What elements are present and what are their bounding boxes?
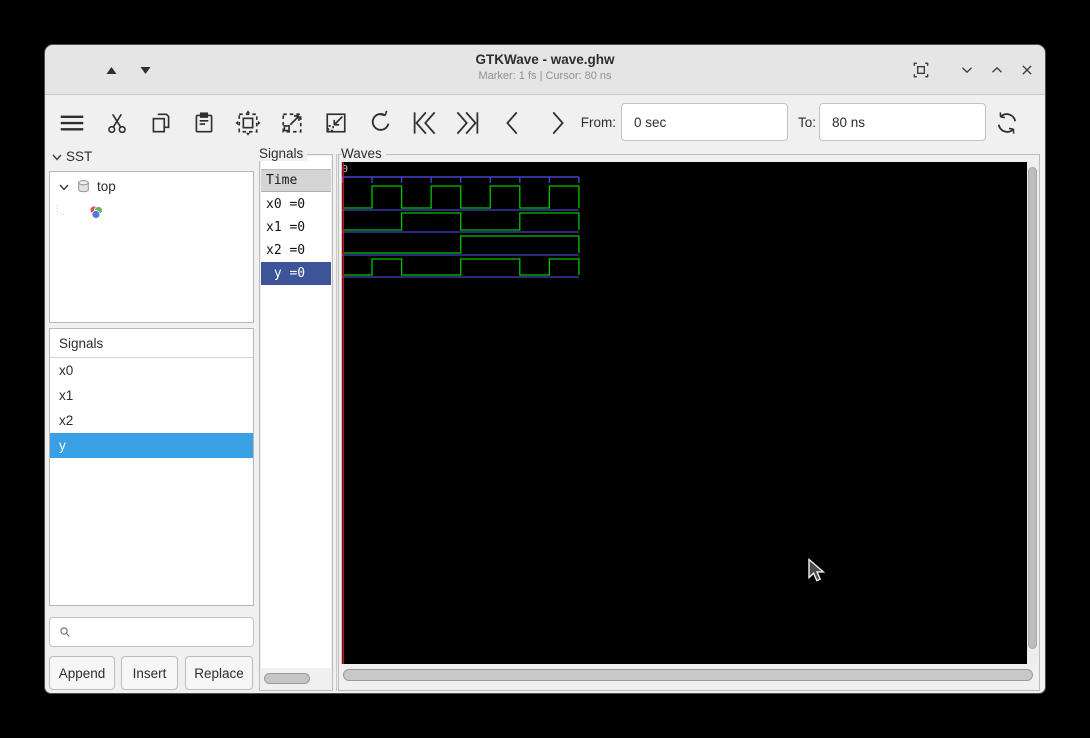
title-block: GTKWave - wave.ghw Marker: 1 fs | Cursor… xyxy=(45,52,1045,82)
to-input[interactable] xyxy=(819,103,986,141)
zoom-fit-icon xyxy=(234,109,262,137)
signal-row-x1[interactable]: x1 =0 xyxy=(261,216,331,239)
sst-tree-item-testbench[interactable]: quine20250125testbenc xyxy=(50,199,253,224)
signal-browser-header: Signals xyxy=(50,329,253,358)
signal-list-frame-label: Signals xyxy=(259,146,307,161)
insert-button[interactable]: Insert xyxy=(121,656,178,690)
signal-list-frame: Time x0 =0 x1 =0 x2 =0 y =0 xyxy=(259,154,333,691)
signal-list-hscrollbar[interactable] xyxy=(264,673,310,684)
skip-to-start-icon xyxy=(409,108,439,138)
sst-tree-item-top[interactable]: top xyxy=(54,174,253,199)
signal-browser-item-x0[interactable]: x0 xyxy=(50,358,253,383)
zoom-fit-button[interactable] xyxy=(231,105,265,141)
signal-browser-item-x1[interactable]: x1 xyxy=(50,383,253,408)
chevron-left-icon xyxy=(498,108,528,138)
close-button[interactable] xyxy=(1013,56,1041,84)
append-button[interactable]: Append xyxy=(49,656,115,690)
from-input[interactable] xyxy=(621,103,788,141)
pane-splitter[interactable] xyxy=(336,154,337,691)
module-icon xyxy=(76,179,91,194)
sst-header-label: SST xyxy=(66,149,92,164)
skip-to-end-icon xyxy=(453,108,483,138)
titlebar[interactable]: GTKWave - wave.ghw Marker: 1 fs | Cursor… xyxy=(45,45,1045,95)
wave-vscrollbar[interactable] xyxy=(1028,167,1037,649)
menu-icon xyxy=(57,108,87,138)
signal-browser-item-y[interactable]: y xyxy=(50,433,253,458)
signal-list-body: Time x0 =0 x1 =0 x2 =0 y =0 xyxy=(261,156,331,668)
signal-search[interactable] xyxy=(49,617,254,647)
replace-button[interactable]: Replace xyxy=(185,656,253,690)
triangle-up-icon xyxy=(106,66,117,75)
copy-button[interactable] xyxy=(144,105,178,141)
signal-browser-item-x2[interactable]: x2 xyxy=(50,408,253,433)
testbench-icon xyxy=(88,204,104,220)
maximize-button[interactable] xyxy=(907,56,935,84)
chevron-up-icon xyxy=(988,61,1006,79)
chevron-down-icon xyxy=(958,61,976,79)
window-raise-button[interactable] xyxy=(983,56,1011,84)
window-subtitle: Marker: 1 fs | Cursor: 80 ns xyxy=(45,70,1045,82)
from-label: From: xyxy=(578,115,616,130)
tree-item-label: quine20250125testbenc xyxy=(109,204,253,219)
toolbar: From: To: xyxy=(45,96,1045,150)
copy-icon xyxy=(148,110,174,136)
time-header[interactable]: Time xyxy=(261,169,331,192)
tree-item-label: top xyxy=(97,179,116,194)
sst-expander[interactable]: SST xyxy=(51,149,92,164)
menu-button[interactable] xyxy=(55,105,89,141)
close-icon xyxy=(1018,61,1036,79)
window-title: GTKWave - wave.ghw xyxy=(45,52,1045,67)
wave-vscrollbar-track[interactable] xyxy=(1027,162,1037,664)
skip-to-end-button[interactable] xyxy=(451,105,485,141)
reload-button[interactable] xyxy=(990,105,1024,141)
shade-up-button[interactable] xyxy=(97,56,125,84)
shade-down-button[interactable] xyxy=(131,56,159,84)
next-edge-button[interactable] xyxy=(540,105,574,141)
chevron-right-icon xyxy=(542,108,572,138)
cut-button[interactable] xyxy=(100,105,134,141)
undo-icon xyxy=(366,109,394,137)
prev-edge-button[interactable] xyxy=(496,105,530,141)
gtkwave-window: GTKWave - wave.ghw Marker: 1 fs | Cursor… xyxy=(44,44,1046,694)
to-label: To: xyxy=(794,115,816,130)
expander-down-icon xyxy=(58,181,70,193)
triangle-down-icon xyxy=(140,66,151,75)
zoom-out-button[interactable] xyxy=(319,105,353,141)
skip-to-start-button[interactable] xyxy=(407,105,441,141)
waves-frame-label: Waves xyxy=(341,146,386,161)
wave-canvas[interactable]: 0 xyxy=(341,162,1027,664)
wave-hscrollbar[interactable] xyxy=(343,669,1033,681)
zoom-in-button[interactable] xyxy=(275,105,309,141)
zoom-in-icon xyxy=(278,109,306,137)
tree-branch-line xyxy=(52,205,64,219)
waves-frame: 0 xyxy=(338,154,1040,691)
paste-button[interactable] xyxy=(187,105,221,141)
sst-tree-panel: top quine20250125testbenc xyxy=(49,171,254,323)
signal-row-y[interactable]: y =0 xyxy=(261,262,331,285)
expander-down-icon xyxy=(51,151,63,163)
signal-browser-panel: Signals x0 x1 x2 y xyxy=(49,328,254,606)
expander-right-icon xyxy=(71,206,83,218)
zoom-out-icon xyxy=(322,109,350,137)
signal-row-x2[interactable]: x2 =0 xyxy=(261,239,331,262)
cut-icon xyxy=(104,110,130,136)
waveform-display: 0 xyxy=(341,162,1027,664)
paste-icon xyxy=(191,110,217,136)
window-lower-button[interactable] xyxy=(953,56,981,84)
search-input[interactable] xyxy=(71,618,253,646)
maximize-icon xyxy=(911,60,931,80)
undo-button[interactable] xyxy=(363,105,397,141)
signal-row-x0[interactable]: x0 =0 xyxy=(261,193,331,216)
search-icon xyxy=(59,624,71,640)
reload-icon xyxy=(993,109,1021,137)
